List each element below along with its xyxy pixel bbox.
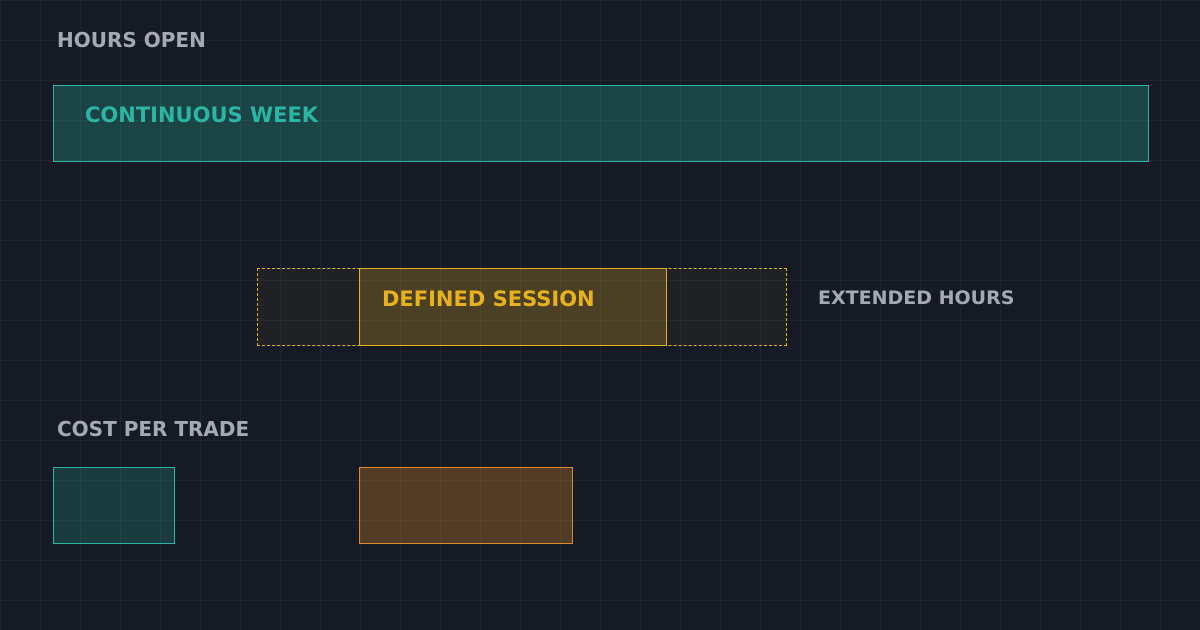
hours-open-label: HOURS OPEN xyxy=(57,28,206,52)
cost-bar-session xyxy=(359,467,573,544)
extended-hours-label: EXTENDED HOURS xyxy=(818,287,1015,309)
cost-per-trade-label: COST PER TRADE xyxy=(57,417,250,441)
continuous-week-label: CONTINUOUS WEEK xyxy=(85,103,319,127)
cost-bar-continuous xyxy=(53,467,175,544)
defined-session-label: DEFINED SESSION xyxy=(382,287,595,311)
